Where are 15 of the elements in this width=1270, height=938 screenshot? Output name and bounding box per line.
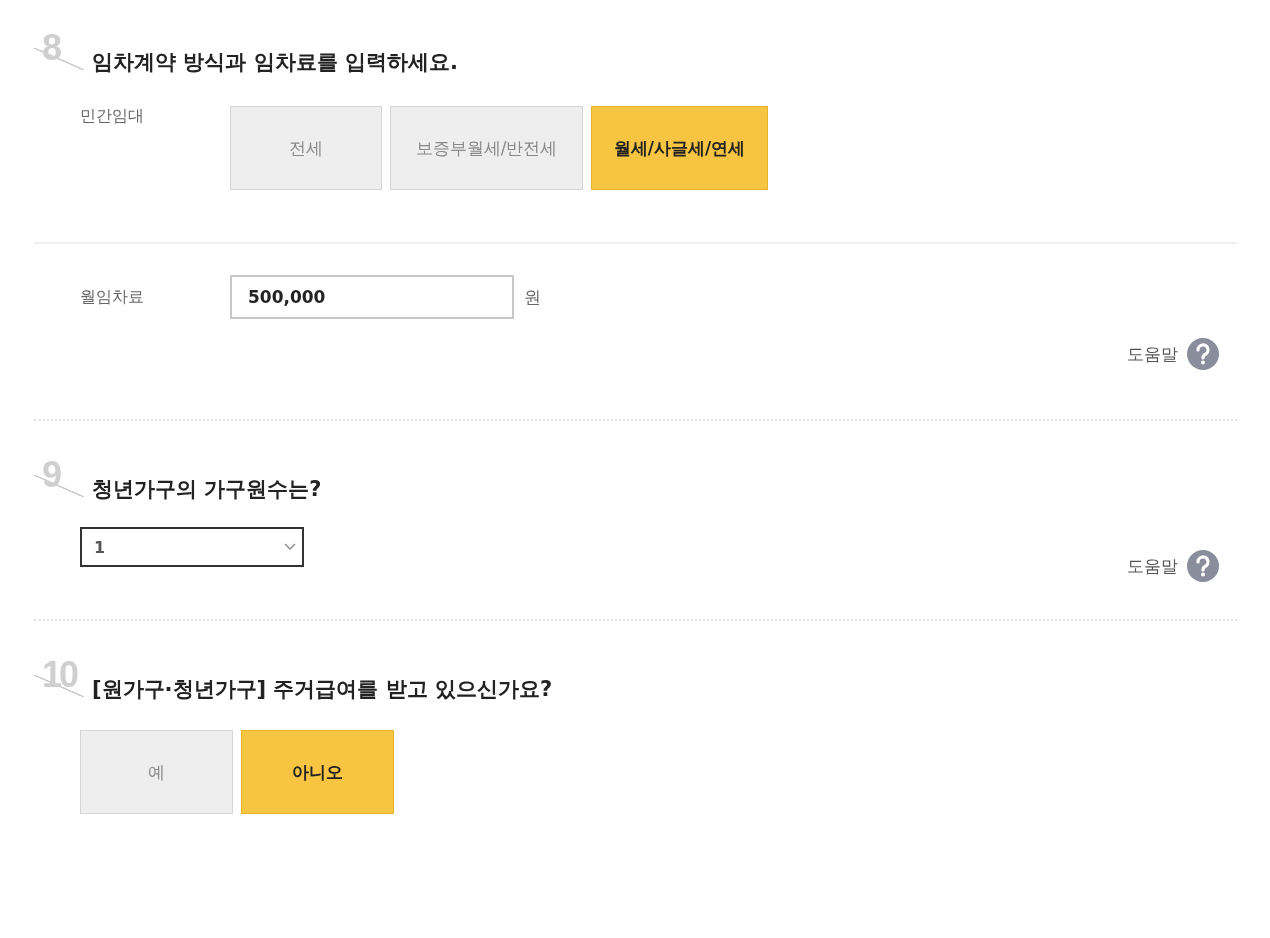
question-title: 임차계약 방식과 임차료를 입력하세요. (92, 49, 458, 76)
caret-icon (284, 543, 296, 551)
question-title: 청년가구의 가구원수는? (92, 476, 322, 503)
rent-input[interactable]: 500,000 (230, 275, 514, 319)
help-icon[interactable] (1186, 337, 1220, 371)
unit-label: 원 (524, 285, 541, 309)
option-button[interactable]: 아니오 (241, 730, 394, 814)
help-link[interactable]: 도움말 (1127, 342, 1178, 366)
household-select[interactable]: 1 (80, 527, 304, 567)
field-label: 월임차료 (80, 286, 145, 308)
help-link[interactable]: 도움말 (1127, 554, 1178, 578)
option-button[interactable]: 월세/사글세/연세 (591, 106, 768, 190)
question-title: [원가구·청년가구] 주거급여를 받고 있으신가요? (92, 676, 553, 703)
help-icon[interactable] (1186, 549, 1220, 583)
field-label: 민간임대 (80, 106, 145, 127)
